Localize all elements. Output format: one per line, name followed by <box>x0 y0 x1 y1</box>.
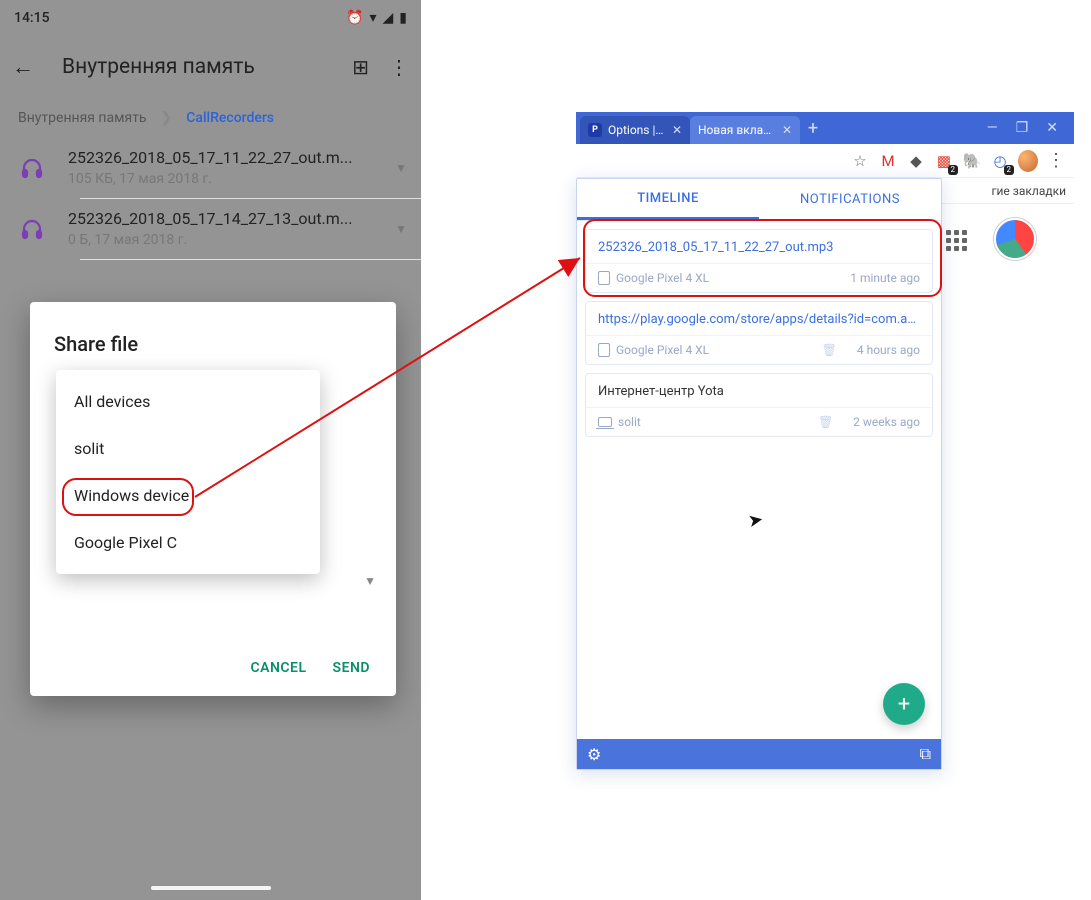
headphones-icon <box>18 217 68 241</box>
window-maximize-icon[interactable]: ❐ <box>1016 120 1029 136</box>
badge: 2 <box>1004 165 1015 175</box>
file-list: 252326_2018_05_17_11_22_27_out.m... 105 … <box>0 138 421 260</box>
device-option-pixelc[interactable]: Google Pixel C <box>56 519 320 566</box>
tab-notifications[interactable]: NOTIFICATIONS <box>759 179 941 220</box>
back-button[interactable]: ← <box>12 54 42 80</box>
breadcrumb: Внутренняя память ❯ CallRecorders <box>0 98 421 138</box>
file-row[interactable]: 252326_2018_05_17_14_27_13_out.m... 0 Б,… <box>0 199 421 259</box>
cancel-button[interactable]: CANCEL <box>251 660 307 676</box>
app-bar: ← Внутренняя память ⊞ ⋮ <box>0 36 421 98</box>
signal-icon: ◢ <box>383 10 394 26</box>
file-row[interactable]: 252326_2018_05_17_11_22_27_out.m... 105 … <box>0 138 421 198</box>
pb-item-time: 4 hours ago <box>857 343 920 357</box>
apps-grid-icon[interactable] <box>946 230 972 256</box>
pb-footer: ⚙ ⧉ <box>577 739 941 769</box>
file-meta: 105 КБ, 17 мая 2018 г. <box>68 171 395 187</box>
breadcrumb-root[interactable]: Внутренняя память <box>18 110 147 126</box>
open-external-icon[interactable]: ⧉ <box>920 744 931 764</box>
browser-tab[interactable]: P Options | Pi... ✕ <box>580 116 690 144</box>
tab-timeline[interactable]: TIMELINE <box>577 179 759 220</box>
pb-item-device: solit <box>618 415 641 429</box>
browser-tab[interactable]: Новая вкладка ✕ <box>690 116 800 144</box>
gmail-icon[interactable]: M <box>878 151 898 171</box>
new-tab-button[interactable]: + <box>800 118 826 139</box>
send-button[interactable]: SEND <box>333 660 370 676</box>
close-tab-icon[interactable]: ✕ <box>782 123 792 137</box>
trash-icon[interactable]: 🗑 <box>818 415 833 429</box>
headphones-icon <box>18 156 68 180</box>
tab-label: Новая вкладка <box>698 123 776 137</box>
window-close-icon[interactable]: ✕ <box>1046 120 1058 136</box>
todoist-icon[interactable]: ▩2 <box>934 151 954 171</box>
pb-item-device: Google Pixel 4 XL <box>616 343 709 357</box>
pb-item-time: 2 weeks ago <box>853 415 920 429</box>
dropdown-caret-icon[interactable]: ▼ <box>364 574 376 588</box>
device-dropdown: All devices solit Windows device Google … <box>56 370 320 574</box>
device-option-all[interactable]: All devices <box>56 378 320 425</box>
phone-icon <box>598 343 610 357</box>
file-name: 252326_2018_05_17_14_27_13_out.m... <box>68 209 358 228</box>
tab-label: Options | Pi... <box>608 123 666 137</box>
phone-screenshot: 14:15 ⏰ ▾ ◢ ▮ ← Внутренняя память ⊞ ⋮ Вн… <box>0 0 421 900</box>
device-option-solit[interactable]: solit <box>56 425 320 472</box>
gear-icon[interactable]: ⚙ <box>587 745 601 764</box>
wifi-icon: ▾ <box>369 10 376 26</box>
highlight-first-push <box>583 219 942 297</box>
status-icons: ⏰ ▾ ◢ ▮ <box>346 10 407 26</box>
file-meta: 0 Б, 17 мая 2018 г. <box>68 232 395 248</box>
grid-view-icon[interactable]: ⊞ <box>352 55 369 79</box>
tab-favicon: P <box>588 123 602 137</box>
chevron-right-icon: ❯ <box>161 110 173 126</box>
laptop-icon <box>598 417 612 427</box>
file-name: 252326_2018_05_17_11_22_27_out.m... <box>68 148 358 167</box>
close-tab-icon[interactable]: ✕ <box>672 123 682 137</box>
bookmark-folder[interactable]: гие закладки <box>991 184 1066 198</box>
file-more-icon[interactable]: ▼ <box>395 222 413 236</box>
browser-titlebar: P Options | Pi... ✕ Новая вкладка ✕ + — … <box>576 112 1074 144</box>
breadcrumb-current[interactable]: CallRecorders <box>186 110 274 126</box>
pb-tabs: TIMELINE NOTIFICATIONS <box>577 179 941 221</box>
pb-item[interactable]: https://play.google.com/store/apps/detai… <box>585 301 933 365</box>
highlight-windows-device <box>62 478 194 516</box>
pb-item-title[interactable]: https://play.google.com/store/apps/detai… <box>586 302 932 335</box>
pb-item[interactable]: Интернет-центр Yota solit 🗑 2 weeks ago <box>585 373 933 437</box>
file-more-icon[interactable]: ▼ <box>395 161 413 175</box>
browser-menu-icon[interactable]: ⋮ <box>1046 151 1066 171</box>
alarm-icon: ⏰ <box>346 10 363 26</box>
dialog-title: Share file <box>30 326 396 372</box>
pushbullet-icon[interactable]: ◴2 <box>990 151 1010 171</box>
battery-icon: ▮ <box>399 10 407 26</box>
overflow-menu-icon[interactable]: ⋮ <box>389 55 409 79</box>
extension-icon[interactable]: ◆ <box>906 151 926 171</box>
evernote-icon[interactable]: 🐘 <box>962 151 982 171</box>
google-account-avatar[interactable] <box>994 218 1036 260</box>
status-bar: 14:15 ⏰ ▾ ◢ ▮ <box>0 0 421 36</box>
page-title: Внутренняя память <box>42 55 352 79</box>
trash-icon[interactable]: 🗑 <box>822 343 837 357</box>
profile-avatar[interactable] <box>1018 151 1038 171</box>
pb-new-push-button[interactable]: + <box>883 683 925 725</box>
star-icon[interactable]: ☆ <box>850 151 870 171</box>
badge: 2 <box>948 165 959 175</box>
pb-item-title: Интернет-центр Yota <box>586 374 932 407</box>
window-minimize-icon[interactable]: — <box>987 120 998 136</box>
nav-pill[interactable] <box>151 886 271 890</box>
status-time: 14:15 <box>14 10 50 26</box>
browser-toolbar: ☆ M ◆ ▩2 🐘 ◴2 ⋮ <box>576 144 1074 178</box>
